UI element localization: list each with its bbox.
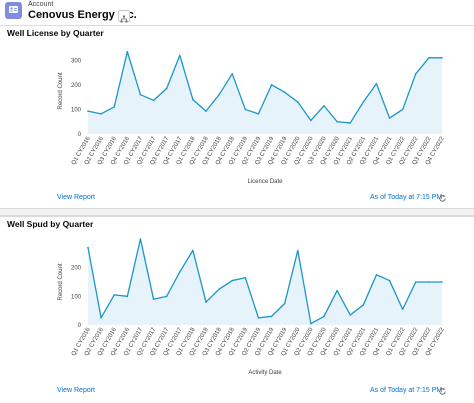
data-point (296, 249, 299, 252)
y-tick-label: 300 (71, 58, 82, 64)
well-spud-chart: Record Count0100200Q1 CY2016Q2 CY2016Q3 … (58, 238, 446, 376)
data-point (205, 301, 207, 303)
data-point (323, 315, 325, 318)
data-point (336, 289, 338, 292)
data-point (178, 54, 181, 57)
hierarchy-icon (120, 15, 128, 23)
data-point (192, 249, 194, 252)
data-point (87, 110, 89, 112)
data-point (152, 99, 155, 102)
data-point (100, 113, 102, 115)
data-point (362, 101, 365, 103)
y-tick-label: 200 (71, 83, 82, 89)
view-report-link[interactable]: View Report (57, 387, 95, 394)
data-point (414, 73, 417, 75)
data-point (178, 271, 181, 273)
data-point (428, 57, 430, 59)
series-area (88, 51, 442, 134)
data-point (270, 315, 273, 318)
y-tick-label: 100 (71, 107, 82, 113)
data-point (192, 98, 194, 101)
data-point (126, 50, 129, 53)
data-point (441, 57, 443, 59)
y-tick-label: 0 (78, 323, 82, 329)
data-point (336, 120, 338, 123)
data-point (231, 279, 234, 282)
data-point (244, 108, 247, 111)
data-point (165, 295, 168, 298)
data-point (283, 91, 286, 94)
data-point (218, 288, 220, 290)
data-point (414, 281, 417, 283)
data-point (401, 308, 404, 311)
data-point (441, 281, 443, 283)
data-point (113, 294, 116, 296)
data-point (87, 246, 89, 249)
well-license-chart: Record Count0100200300Q1 CY2016Q2 CY2016… (58, 50, 446, 185)
data-point (375, 82, 378, 85)
data-point (113, 106, 116, 108)
data-point (139, 93, 142, 96)
data-point (296, 101, 299, 103)
y-tick-label: 200 (71, 266, 82, 272)
well-license-card: Well License by Quarter Record Count 0 100… (0, 25, 474, 209)
data-point (244, 276, 247, 279)
data-point (375, 274, 378, 276)
data-point (401, 108, 404, 111)
data-point (310, 322, 312, 325)
data-point (283, 302, 286, 305)
data-point (231, 73, 234, 75)
data-point (270, 84, 273, 86)
refresh-icon[interactable] (438, 387, 447, 396)
y-axis-title: Record Count (58, 263, 64, 300)
card-separator (0, 208, 474, 216)
view-report-link[interactable]: View Report (57, 194, 95, 201)
data-point (428, 281, 430, 283)
data-point (388, 279, 391, 282)
hierarchy-button[interactable] (118, 10, 130, 23)
y-tick-label: 100 (71, 294, 82, 300)
data-point (100, 317, 102, 319)
refresh-icon[interactable] (438, 194, 447, 203)
object-label: Account (28, 1, 54, 8)
record-header: Account Cenovus Energy Inc. (0, 0, 474, 26)
data-point (362, 304, 365, 306)
data-point (205, 110, 207, 112)
x-axis-title: Activity Date (248, 370, 282, 376)
data-point (349, 314, 352, 316)
data-point (152, 298, 155, 300)
data-point (218, 93, 220, 96)
account-icon (5, 2, 22, 19)
data-point (139, 238, 142, 240)
as-of-timestamp: As of Today at 7:15 PM (370, 194, 443, 201)
y-axis-title: Record Count (58, 72, 64, 109)
data-point (126, 295, 129, 298)
data-point (323, 104, 325, 107)
series-area (88, 239, 442, 325)
well-spud-card: Well Spud by Quarter Record Count 0 100 200… (0, 216, 474, 403)
data-point (165, 87, 168, 90)
data-point (310, 119, 312, 122)
data-point (257, 317, 260, 319)
data-point (257, 113, 260, 115)
as-of-timestamp: As of Today at 7:15 PM (370, 387, 443, 394)
x-axis-title: Licence Date (247, 179, 283, 185)
y-tick-label: 0 (78, 132, 82, 138)
data-point (388, 117, 391, 119)
data-point (349, 122, 352, 124)
